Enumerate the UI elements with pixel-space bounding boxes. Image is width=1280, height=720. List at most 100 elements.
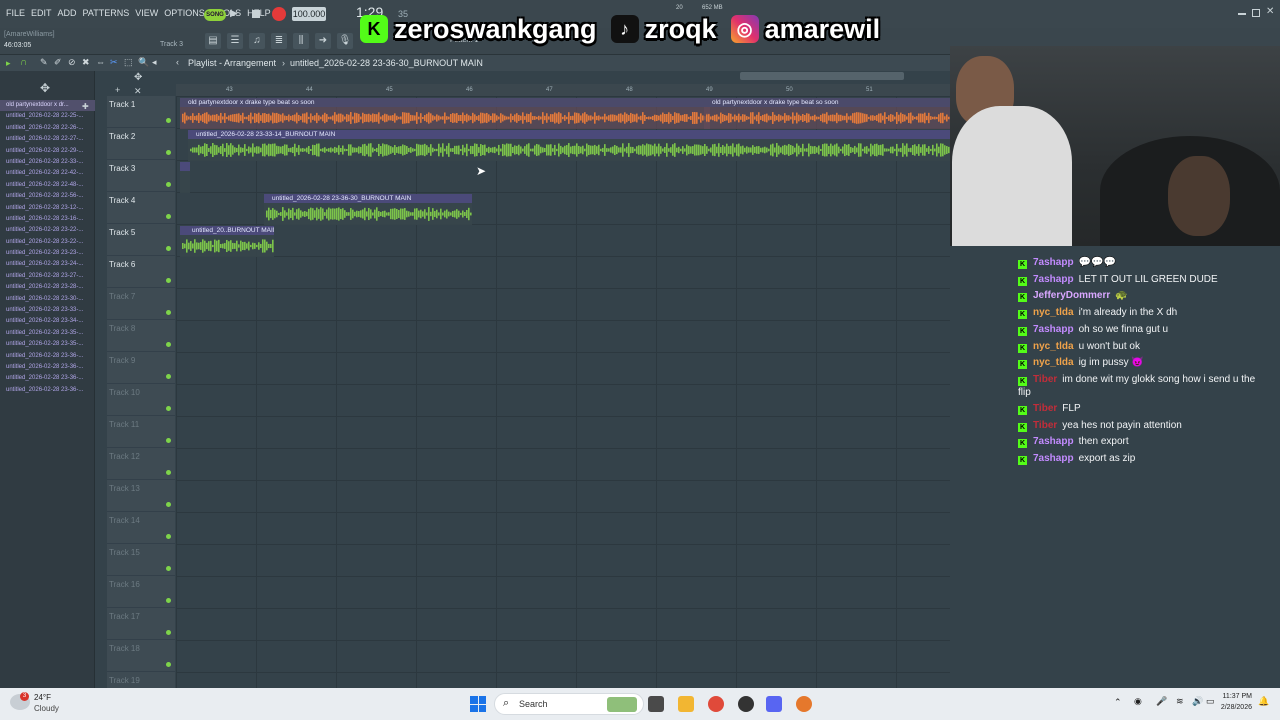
- chat-username[interactable]: Tiber: [1033, 403, 1057, 414]
- search-box[interactable]: ⌕ Search: [494, 693, 644, 715]
- file-explorer-icon[interactable]: [678, 696, 694, 712]
- piano-roll-icon[interactable]: ♫: [249, 33, 265, 49]
- track-active-led[interactable]: [166, 470, 171, 475]
- microphone-tray-icon[interactable]: 🎤: [1156, 696, 1167, 707]
- track-active-led[interactable]: [166, 502, 171, 507]
- select-icon[interactable]: ⬚: [124, 57, 133, 68]
- track-header[interactable]: Track 16: [107, 576, 175, 608]
- arrow-icon[interactable]: ➜: [315, 33, 331, 49]
- browser-item[interactable]: untitled_2026-02-28 23-28-...: [0, 282, 95, 293]
- playback-icon[interactable]: ◂: [152, 57, 157, 68]
- play-icon[interactable]: ▶: [230, 8, 238, 19]
- track-header[interactable]: Track 2: [107, 128, 175, 160]
- menu-options[interactable]: OPTIONS: [164, 8, 205, 18]
- browser-item[interactable]: untitled_2026-02-28 23-22-...: [0, 237, 95, 248]
- task-view-icon[interactable]: [648, 696, 664, 712]
- slip-icon[interactable]: ⇔: [96, 57, 105, 67]
- chat-username[interactable]: JefferyDommerr: [1033, 290, 1110, 301]
- channel-rack-icon[interactable]: ≣: [271, 33, 287, 49]
- horizontal-scrollbar[interactable]: [740, 72, 904, 80]
- pencil-icon[interactable]: ✎: [40, 57, 48, 68]
- browser-item[interactable]: untitled_2026-02-28 23-12-...: [0, 203, 95, 214]
- playlist-grid[interactable]: old partynextdoor x drake type beat so s…: [176, 96, 950, 688]
- browser-item[interactable]: untitled_2026-02-28 23-35-...: [0, 339, 95, 350]
- track-header[interactable]: Track 7: [107, 288, 175, 320]
- notification-icon[interactable]: 🔔: [1258, 696, 1269, 707]
- slice-icon[interactable]: ✂: [110, 57, 118, 68]
- browser-item[interactable]: untitled_2026-02-28 22-42-...: [0, 168, 95, 179]
- windows-start-icon[interactable]: [470, 696, 486, 712]
- track-header[interactable]: Track 13: [107, 480, 175, 512]
- chat-username[interactable]: 7ashapp: [1033, 436, 1074, 447]
- chat-username[interactable]: 7ashapp: [1033, 453, 1074, 464]
- browser-item[interactable]: untitled_2026-02-28 22-26-...: [0, 123, 95, 134]
- move-icon[interactable]: ✥: [134, 72, 142, 83]
- track-active-led[interactable]: [166, 150, 171, 155]
- browser-close-icon[interactable]: ✚: [82, 102, 89, 111]
- volume-icon[interactable]: 🔊: [1192, 696, 1203, 707]
- browser-item[interactable]: untitled_2026-02-28 22-33-...: [0, 157, 95, 168]
- browser-item[interactable]: untitled_2026-02-28 23-36-...: [0, 373, 95, 384]
- clip-track4[interactable]: untitled_2026-02-28 23-36-30_BURNOUT MAI…: [264, 194, 472, 225]
- track-header[interactable]: Track 10: [107, 384, 175, 416]
- maximize-icon[interactable]: [1252, 9, 1260, 17]
- brush-icon[interactable]: ✐: [54, 57, 62, 68]
- track-active-led[interactable]: [166, 598, 171, 603]
- pattern-icon[interactable]: ▤: [205, 33, 221, 49]
- chat-username[interactable]: nyc_tlda: [1033, 307, 1074, 318]
- magnet-icon[interactable]: ∩: [20, 57, 27, 68]
- browser-item[interactable]: untitled_2026-02-28 23-35-...: [0, 328, 95, 339]
- browser-item[interactable]: untitled_2026-02-28 23-34-...: [0, 316, 95, 327]
- chat-username[interactable]: 7ashapp: [1033, 324, 1074, 335]
- chat-username[interactable]: nyc_tlda: [1033, 357, 1074, 368]
- track-active-led[interactable]: [166, 182, 171, 187]
- track-active-led[interactable]: [166, 662, 171, 667]
- track-header[interactable]: Track 1: [107, 96, 175, 128]
- clip-track2[interactable]: untitled_2026-02-28 23-33-14_BURNOUT MAI…: [188, 130, 950, 161]
- browser-item[interactable]: untitled_2026-02-28 22-56-...: [0, 191, 95, 202]
- arrow-right-icon[interactable]: ▸: [6, 58, 11, 69]
- browser-item[interactable]: untitled_2026-02-28 23-36-...: [0, 362, 95, 373]
- discord-icon[interactable]: [766, 696, 782, 712]
- playlist-icon[interactable]: ☰: [227, 33, 243, 49]
- back-arrow-icon[interactable]: ‹: [176, 57, 179, 67]
- tempo-display[interactable]: 100.000: [292, 7, 326, 21]
- clip-track1-a[interactable]: old partynextdoor x drake type beat so s…: [180, 98, 710, 129]
- track-active-led[interactable]: [166, 534, 171, 539]
- song-mode-toggle[interactable]: SONG: [204, 9, 226, 21]
- browser-item[interactable]: untitled_2026-02-28 23-30-...: [0, 294, 95, 305]
- track-active-led[interactable]: [166, 630, 171, 635]
- record-icon[interactable]: [272, 7, 286, 21]
- track-header[interactable]: Track 6: [107, 256, 175, 288]
- browser-item[interactable]: untitled_2026-02-28 23-23-...: [0, 248, 95, 259]
- chat-username[interactable]: 7ashapp: [1033, 274, 1074, 285]
- track-active-led[interactable]: [166, 214, 171, 219]
- menu-add[interactable]: ADD: [58, 8, 77, 18]
- browser-options-icon[interactable]: ✥: [40, 81, 50, 95]
- menu-view[interactable]: VIEW: [135, 8, 158, 18]
- chevron-up-icon[interactable]: ⌃: [1114, 697, 1122, 708]
- track-header[interactable]: Track 8: [107, 320, 175, 352]
- close-icon[interactable]: ✕: [1266, 6, 1274, 17]
- browser-item[interactable]: untitled_2026-02-28 23-36-...: [0, 385, 95, 396]
- delete-icon[interactable]: ⊘: [68, 57, 76, 68]
- browser-item[interactable]: untitled_2026-02-28 22-29-...: [0, 146, 95, 157]
- track-header[interactable]: Track 4: [107, 192, 175, 224]
- menu-edit[interactable]: EDIT: [31, 8, 52, 18]
- minimize-icon[interactable]: [1238, 13, 1246, 15]
- app-icon[interactable]: [796, 696, 812, 712]
- zoom-icon[interactable]: 🔍: [138, 57, 149, 68]
- fl-studio-icon[interactable]: [738, 696, 754, 712]
- mute-icon[interactable]: ✖: [82, 57, 90, 68]
- menu-patterns[interactable]: PATTERNS: [83, 8, 130, 18]
- chrome-icon[interactable]: [708, 696, 724, 712]
- track-active-led[interactable]: [166, 342, 171, 347]
- track-header[interactable]: Track 12: [107, 448, 175, 480]
- track-header[interactable]: Track 14: [107, 512, 175, 544]
- browser-item[interactable]: untitled_2026-02-28 23-22-...: [0, 225, 95, 236]
- track-active-led[interactable]: [166, 310, 171, 315]
- microphone-icon[interactable]: 🎙: [337, 33, 353, 49]
- chat-username[interactable]: Tiber: [1033, 374, 1057, 385]
- stop-icon[interactable]: [252, 10, 260, 18]
- menu-file[interactable]: FILE: [6, 8, 25, 18]
